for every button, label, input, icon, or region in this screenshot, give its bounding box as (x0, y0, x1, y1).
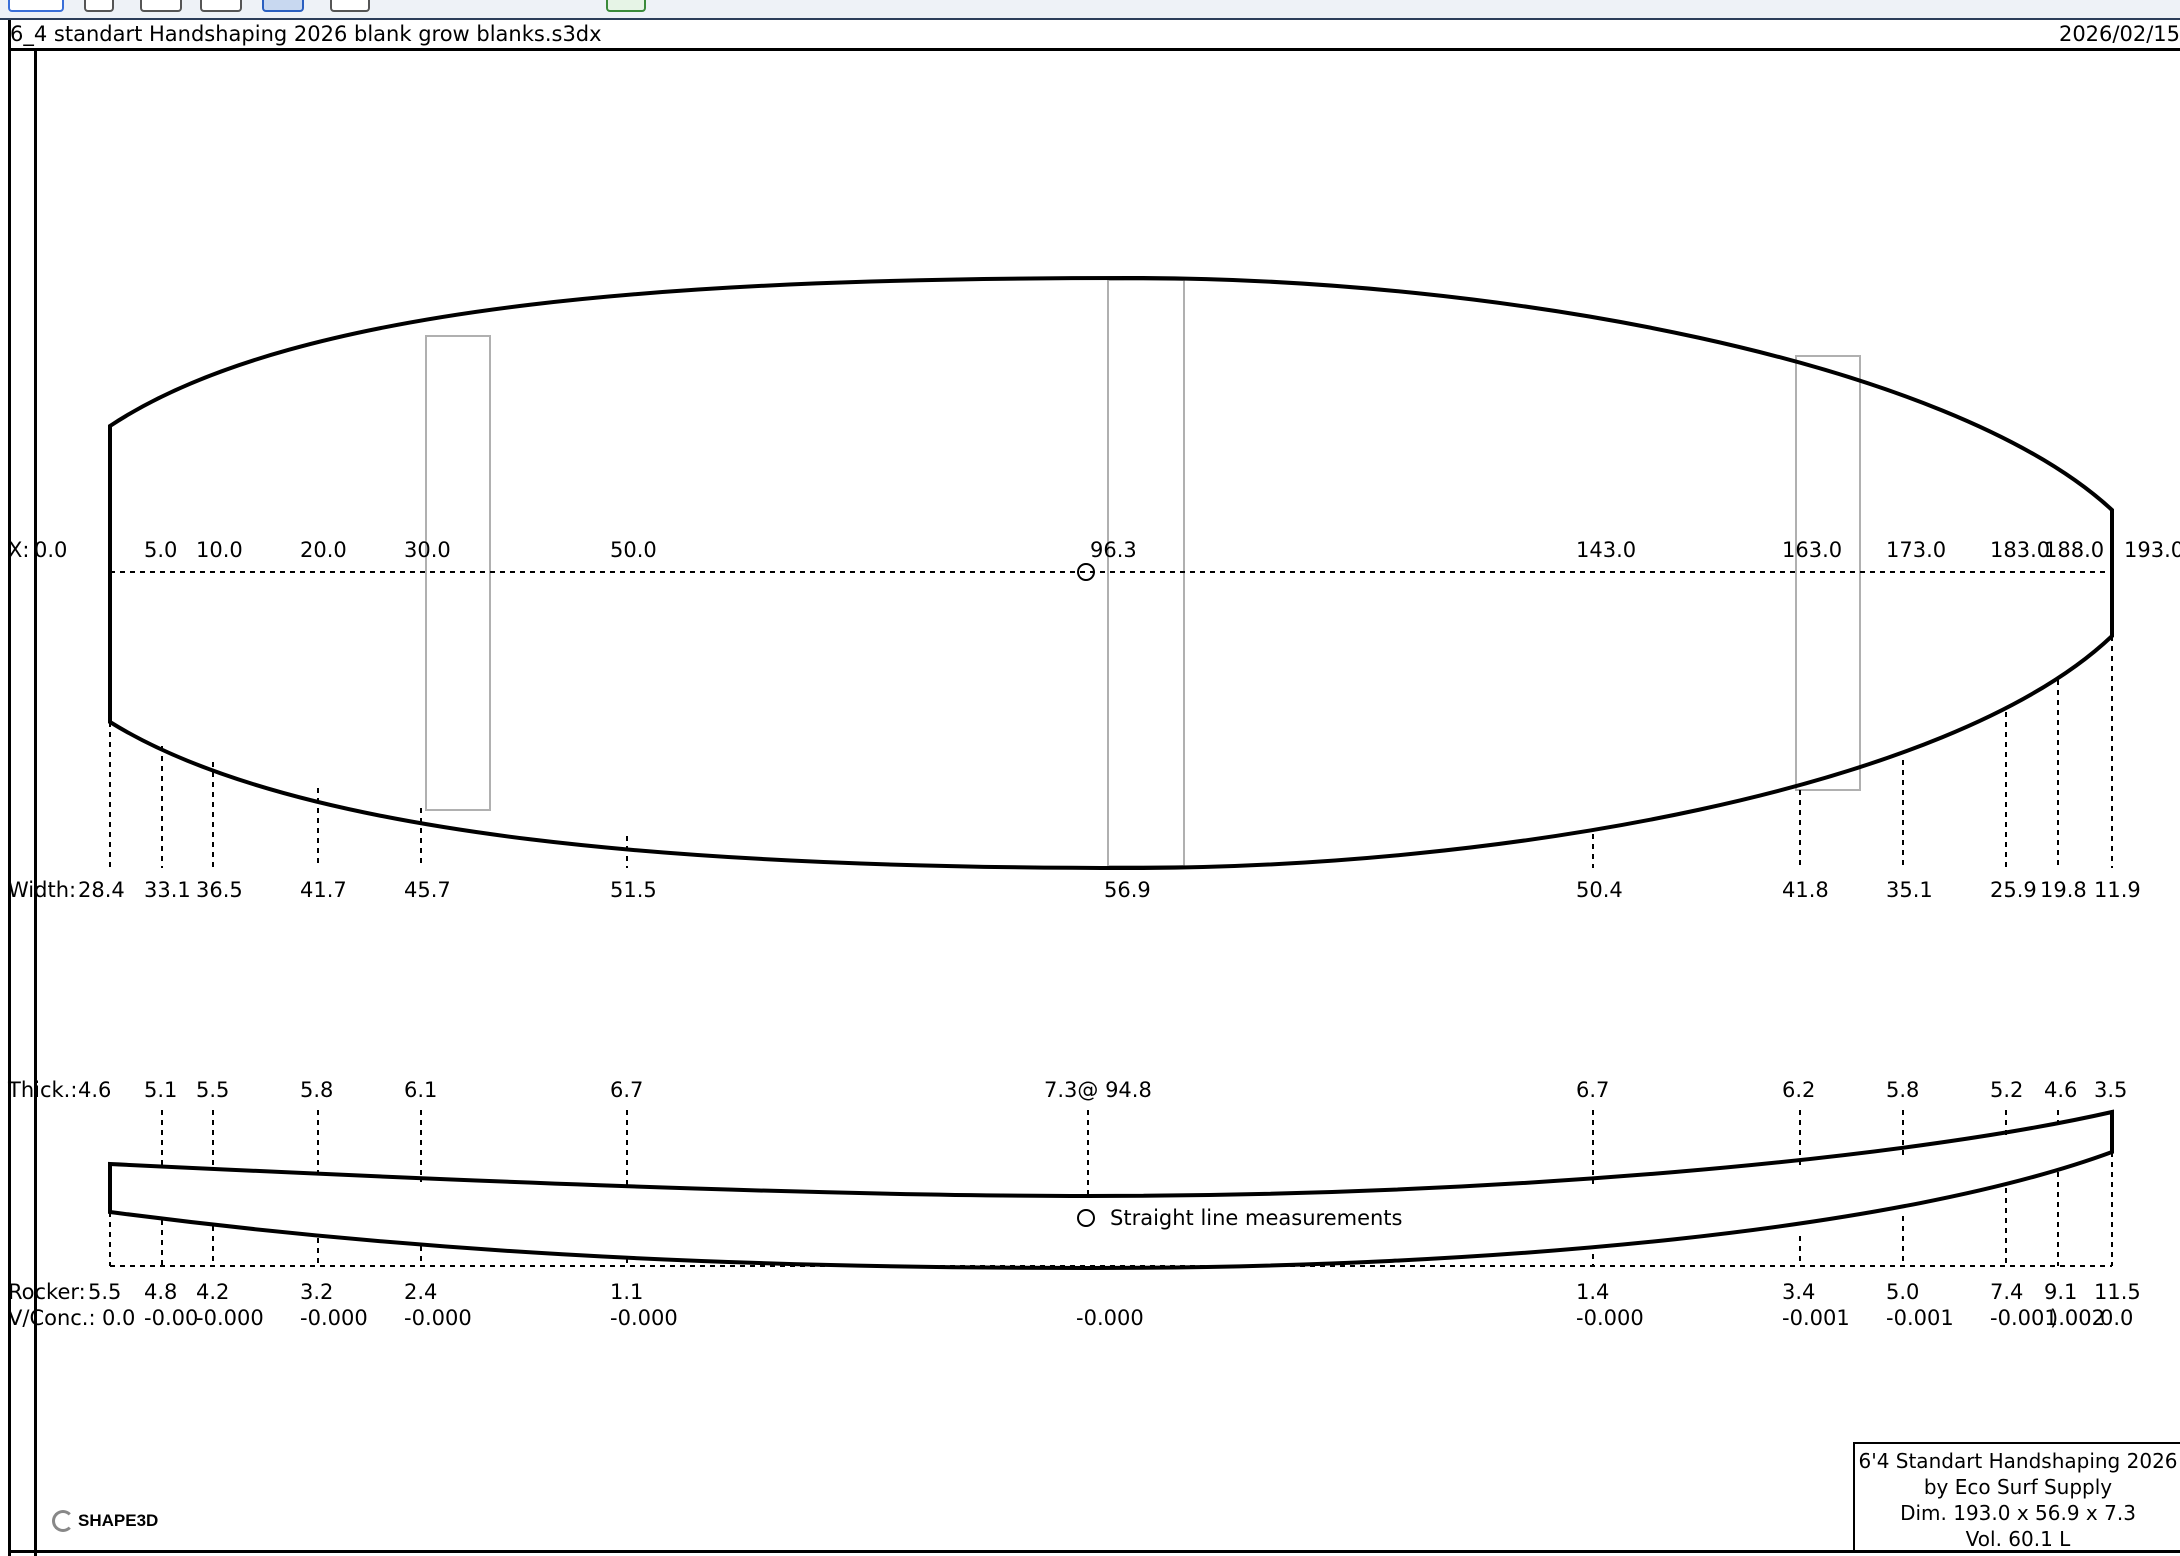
x-label: 0.0 (34, 538, 67, 562)
rocker-label: 3.2 (300, 1280, 333, 1304)
x-label: 143.0 (1576, 538, 1636, 562)
x-label: 5.0 (144, 538, 177, 562)
width-label: 28.4 (78, 878, 125, 902)
thick-label: 6.7 (610, 1078, 643, 1102)
thick-label: 7.3@ 94.8 (1044, 1078, 1152, 1102)
width-label: 35.1 (1886, 878, 1933, 902)
board-model-name: 6'4 Standart Handshaping 2026 (1858, 1449, 2178, 1473)
x-label: 188.0 (2044, 538, 2104, 562)
x-label: 193.0 (2124, 538, 2180, 562)
rocker-label: 11.5 (2094, 1280, 2141, 1304)
conc-label: -0.001 (1782, 1306, 1850, 1330)
width-label: 51.5 (610, 878, 657, 902)
conc-label: -0.000 (610, 1306, 678, 1330)
width-label: 11.9 (2094, 878, 2141, 902)
shape3d-swirl-icon (52, 1510, 74, 1532)
width-label: 41.7 (300, 878, 347, 902)
thick-prefix: Thick.: (7, 1078, 77, 1102)
width-label: 25.9 (1990, 878, 2037, 902)
rocker-label: 3.4 (1782, 1280, 1815, 1304)
x-label: 183.0 (1990, 538, 2050, 562)
rocker-label: 1.1 (610, 1280, 643, 1304)
x-label: 10.0 (196, 538, 243, 562)
rocker-label: 4.2 (196, 1280, 229, 1304)
rocker-label: 7.4 (1990, 1280, 2023, 1304)
rocker-prefix: Rocker: (8, 1280, 86, 1304)
width-label: 36.5 (196, 878, 243, 902)
conc-label: -0.000 (404, 1306, 472, 1330)
board-profile (108, 1109, 2114, 1271)
board-drawing[interactable]: X: 0.0 5.0 10.0 20.0 30.0 50.0 96.3 143.… (0, 0, 2180, 1556)
board-volume: Vol. 60.1 L (1965, 1527, 2071, 1551)
straight-line-legend-marker (1077, 1209, 1095, 1227)
board-maker: by Eco Surf Supply (1923, 1475, 2113, 1499)
thick-label: 5.8 (1886, 1078, 1919, 1102)
conc-label: -0.000 (300, 1306, 368, 1330)
conc-label: -0.001 (1990, 1306, 2058, 1330)
thick-label: 6.2 (1782, 1078, 1815, 1102)
width-label: 56.9 (1104, 878, 1151, 902)
x-labels: X: 0.0 5.0 10.0 20.0 30.0 50.0 96.3 143.… (8, 538, 2180, 562)
conc-label: ).002 (2050, 1306, 2105, 1330)
conc-label: -0.001 (1886, 1306, 1954, 1330)
x-label: 20.0 (300, 538, 347, 562)
x-label: 173.0 (1886, 538, 1946, 562)
thick-label: 6.7 (1576, 1078, 1609, 1102)
rocker-label: 1.4 (1576, 1280, 1609, 1304)
width-label: 50.4 (1576, 878, 1623, 902)
x-label: 163.0 (1782, 538, 1842, 562)
conc-label: -0.000 (1576, 1306, 1644, 1330)
width-labels: Width: 28.4 33.1 36.5 41.7 45.7 51.5 56.… (8, 878, 2141, 902)
board-info-box: 6'4 Standart Handshaping 2026 by Eco Sur… (1853, 1442, 2180, 1552)
thick-label: 3.5 (2094, 1078, 2127, 1102)
rocker-label: 5.0 (1886, 1280, 1919, 1304)
rocker-labels: Rocker: 5.5 4.8 4.2 3.2 2.4 1.1 1.4 3.4 … (8, 1280, 2141, 1304)
x-label: 50.0 (610, 538, 657, 562)
conc-prefix: V/Conc.: (8, 1306, 96, 1330)
straight-line-legend-label: Straight line measurements (1110, 1206, 1402, 1230)
rocker-label: 4.8 (144, 1280, 177, 1304)
conc-label: -0.000 (1076, 1306, 1144, 1330)
conc-label: -0.00 (144, 1306, 198, 1330)
thickness-measure-lines (161, 1110, 2113, 1196)
logo-text: SHAPE3D (78, 1511, 159, 1530)
conc-label: 0.0 (102, 1306, 135, 1330)
x-label: 30.0 (404, 538, 451, 562)
width-label: 45.7 (404, 878, 451, 902)
width-measure-lines (109, 636, 2113, 868)
width-label: 19.8 (2040, 878, 2087, 902)
x-label: 96.3 (1090, 538, 1137, 562)
width-prefix: Width: (8, 878, 76, 902)
shape3d-logo: SHAPE3D (52, 1510, 158, 1532)
thick-label: 5.1 (144, 1078, 177, 1102)
rocker-label: 2.4 (404, 1280, 437, 1304)
thick-label: 5.2 (1990, 1078, 2023, 1102)
rocker-label: 9.1 (2044, 1280, 2077, 1304)
width-label: 33.1 (144, 878, 191, 902)
thick-label: 4.6 (78, 1078, 111, 1102)
conc-label: -0.000 (196, 1306, 264, 1330)
thick-label: 6.1 (404, 1078, 437, 1102)
x-prefix: X: (8, 538, 29, 562)
thick-label: 4.6 (2044, 1078, 2077, 1102)
thick-label: 5.5 (196, 1078, 229, 1102)
thickness-labels: Thick.: 4.6 5.1 5.5 5.8 6.1 6.7 7.3@ 94.… (7, 1078, 2127, 1102)
concave-labels: V/Conc.: 0.0 -0.00 -0.000 -0.000 -0.000 … (8, 1306, 2133, 1330)
rocker-label: 5.5 (88, 1280, 121, 1304)
width-label: 41.8 (1782, 878, 1829, 902)
board-dimensions: Dim. 193.0 x 56.9 x 7.3 (1900, 1501, 2136, 1525)
thick-label: 5.8 (300, 1078, 333, 1102)
conc-label: 0.0 (2100, 1306, 2133, 1330)
